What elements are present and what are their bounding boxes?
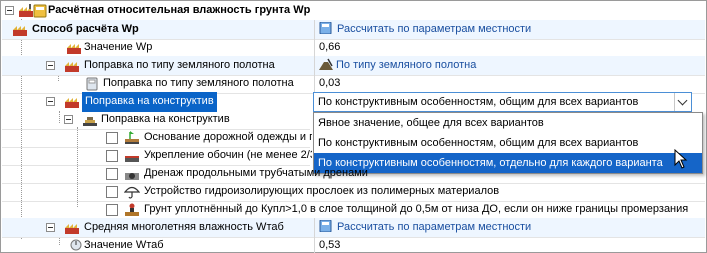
design-corr-sub-label: Поправка на конструктив: [101, 113, 230, 125]
shoulder-label: Укрепление обочин (не менее 2/3: [144, 149, 312, 161]
avg-humidity-value[interactable]: Рассчитать по параметрам местности: [314, 218, 705, 238]
wtab-label: Значение Wтаб: [84, 239, 164, 251]
row-root[interactable]: Расчётная относительная влажность грунта…: [2, 1, 705, 21]
road-type-corr-label: Поправка по типу земляного полотна: [103, 77, 294, 89]
row-method[interactable]: Способ расчёта Wр Рассчитать по параметр…: [2, 20, 705, 40]
root-title: Расчётная относительная влажность грунта…: [48, 4, 311, 16]
calculator-icon: [319, 219, 332, 233]
road-type-label: Поправка по типу земляного полотна: [84, 59, 275, 71]
soil-checkbox[interactable]: [106, 204, 118, 216]
shoulder-icon: [125, 156, 139, 162]
base-label: Основание дорожной одежды и г: [144, 131, 312, 143]
road-type-value[interactable]: По типу земляного полотна: [314, 56, 705, 76]
chevron-down-icon: [677, 95, 688, 106]
property-grid: Расчётная относительная влажность грунта…: [0, 0, 707, 253]
collapse-avg-humidity-icon[interactable]: [46, 223, 55, 232]
soil-label: Грунт уплотнённый до Купл>1,0 в слое тол…: [144, 203, 689, 215]
road-type-corr-value[interactable]: 0,03: [314, 74, 705, 94]
row-road-type-corr[interactable]: Поправка по типу земляного полотна 0,03: [2, 74, 705, 94]
road-embankment-icon: [319, 58, 333, 70]
method-value[interactable]: Рассчитать по параметрам местности: [314, 20, 705, 40]
method-value-text: Рассчитать по параметрам местности: [337, 23, 532, 35]
base-checkbox[interactable]: [106, 132, 118, 144]
row-wtab-value[interactable]: Значение Wтаб 0,53: [2, 236, 705, 253]
collapse-design-corr-icon[interactable]: [46, 97, 55, 106]
thermometer-icon: [70, 239, 82, 251]
factory-icon: [65, 98, 79, 108]
factory-icon: [67, 44, 81, 54]
avg-humidity-value-text: Рассчитать по параметрам местности: [337, 221, 532, 233]
calculator-icon: [33, 4, 47, 18]
row-waterproof[interactable]: Устройство гидроизолирующих прослоек из …: [2, 182, 705, 202]
wp-label: Значение Wр: [84, 41, 153, 53]
drain-pipe-icon: [125, 173, 139, 180]
umbrella-icon: [124, 186, 140, 199]
collapse-root-icon[interactable]: [5, 6, 14, 15]
dropdown-option[interactable]: По конструктивным особенностям, общим дл…: [314, 133, 702, 153]
soil-compaction-icon: [125, 203, 139, 216]
dropdown-option[interactable]: Явное значение, общее для всех вариантов: [314, 113, 702, 133]
design-corr-label: Поправка на конструктив: [82, 92, 217, 112]
factory-icon: [65, 224, 79, 234]
row-drainage[interactable]: Дренаж продольными трубчатыми дренами: [2, 164, 705, 184]
waterproof-label: Устройство гидроизолирующих прослоек из …: [144, 185, 500, 197]
road-base-icon: [125, 131, 139, 144]
waterproof-checkbox[interactable]: [106, 186, 118, 198]
shoulder-checkbox[interactable]: [106, 150, 118, 162]
combobox-toggle-button[interactable]: [674, 93, 691, 111]
design-corr-combobox[interactable]: По конструктивным особенностям, общим дл…: [313, 92, 692, 112]
calculator-icon: [86, 77, 98, 91]
factory-icon: [13, 26, 27, 36]
wtab-value[interactable]: 0,53: [314, 236, 705, 253]
collapse-design-corr-sub-icon[interactable]: [64, 115, 73, 124]
wp-value[interactable]: 0,66: [314, 38, 705, 58]
drainage-label: Дренаж продольными трубчатыми дренами: [144, 167, 368, 179]
mouse-cursor-icon: [674, 149, 688, 169]
combobox-value: По конструктивным особенностям, общим дл…: [318, 96, 639, 108]
row-soil[interactable]: Грунт уплотнённый до Купл>1,0 в слое тол…: [2, 200, 705, 220]
drainage-checkbox[interactable]: [106, 168, 118, 180]
row-avg-humidity[interactable]: Средняя многолетняя влажность Wтаб Рассч…: [2, 218, 705, 238]
row-wp-value[interactable]: Значение Wр 0,66: [2, 38, 705, 58]
calculator-icon: [319, 21, 332, 35]
layers-icon: [83, 117, 97, 126]
collapse-road-type-icon[interactable]: [46, 61, 55, 70]
road-type-value-text: По типу земляного полотна: [336, 59, 477, 71]
factory-icon: [65, 62, 79, 72]
method-label: Способ расчёта Wр: [32, 23, 139, 35]
row-road-type[interactable]: Поправка по типу земляного полотна По ти…: [2, 56, 705, 76]
avg-humidity-label: Средняя многолетняя влажность Wтаб: [84, 221, 284, 233]
